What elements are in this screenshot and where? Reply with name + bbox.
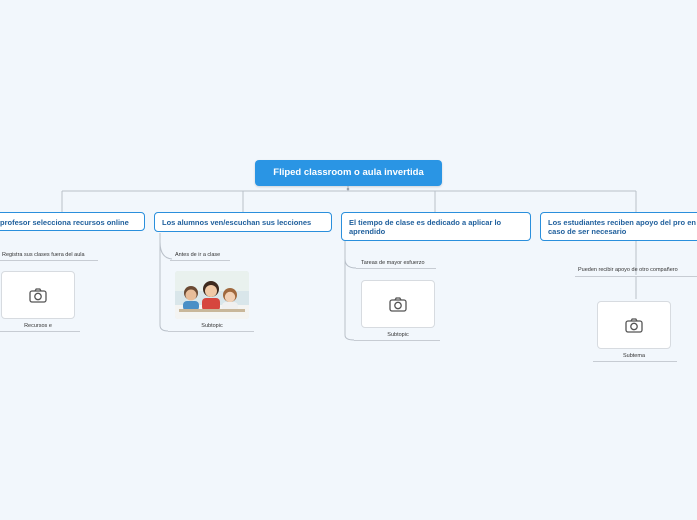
card-caption-1-underline [0,331,80,332]
subtopic-2-label: Antes de ir a clase [175,252,221,258]
card-caption-4: Subtema [597,353,671,359]
image-placeholder-1[interactable] [1,271,75,319]
card-caption-2: Subtopic [175,323,249,329]
card-caption-2-underline [168,331,254,332]
children-studying-image [175,271,249,319]
main-topic-4[interactable]: Los estudiantes reciben apoyo del pro en… [540,212,697,241]
card-caption-3-underline [354,340,440,341]
image-placeholder-4[interactable] [597,301,671,349]
image-placeholder-3[interactable] [361,280,435,328]
card-caption-4-text: Subtema [622,353,645,359]
card-caption-1: Recursos e [1,323,75,329]
main-topic-1[interactable]: profesor selecciona recursos online [0,212,145,231]
main-topic-2[interactable]: Los alumnos ven/escuchan sus lecciones [154,212,332,232]
main-topic-2-label: Los alumnos ven/escuchan sus lecciones [162,218,312,227]
central-topic[interactable]: Fliped classroom o aula invertida [255,160,442,186]
subtopic-3-underline [356,268,436,269]
camera-icon [389,296,407,312]
subtopic-1-underline [0,260,98,261]
subtopic-2[interactable]: Antes de ir a clase [175,252,220,258]
subtopic-3-label: Tareas de mayor esfuerzo [361,260,425,266]
central-topic-label: Fliped classroom o aula invertida [273,167,424,178]
card-caption-1-text: Recursos e [24,323,52,329]
main-topic-3-label: El tiempo de clase es dedicado a aplicar… [349,218,502,236]
card-caption-3-text: Subtopic [387,332,409,338]
connector-lines [61,186,637,341]
main-topic-4-label: Los estudiantes reciben apoyo del pro en… [548,218,696,236]
subtopic-4-label: Pueden recibir apoyo de otro compañero [578,267,678,273]
card-caption-2-text: Subtopic [201,323,223,329]
subtopic-2-underline [170,260,230,261]
main-topic-3[interactable]: El tiempo de clase es dedicado a aplicar… [341,212,531,241]
mind-map-canvas: Fliped classroom o aula invertida profes… [0,0,697,520]
subtopic-4[interactable]: Pueden recibir apoyo de otro compañero [578,267,678,273]
subtopic-3[interactable]: Tareas de mayor esfuerzo [361,260,425,266]
subtopic-4-underline [575,276,697,277]
card-caption-3: Subtopic [361,332,435,338]
main-topic-1-label: profesor selecciona recursos online [0,218,129,227]
camera-icon [29,287,47,303]
card-caption-4-underline [593,361,677,362]
classroom-photo[interactable] [175,271,249,319]
camera-icon [625,317,643,333]
subtopic-1-label: Registra sus clases fuera del aula [2,252,85,258]
subtopic-1[interactable]: Registra sus clases fuera del aula [2,252,85,258]
